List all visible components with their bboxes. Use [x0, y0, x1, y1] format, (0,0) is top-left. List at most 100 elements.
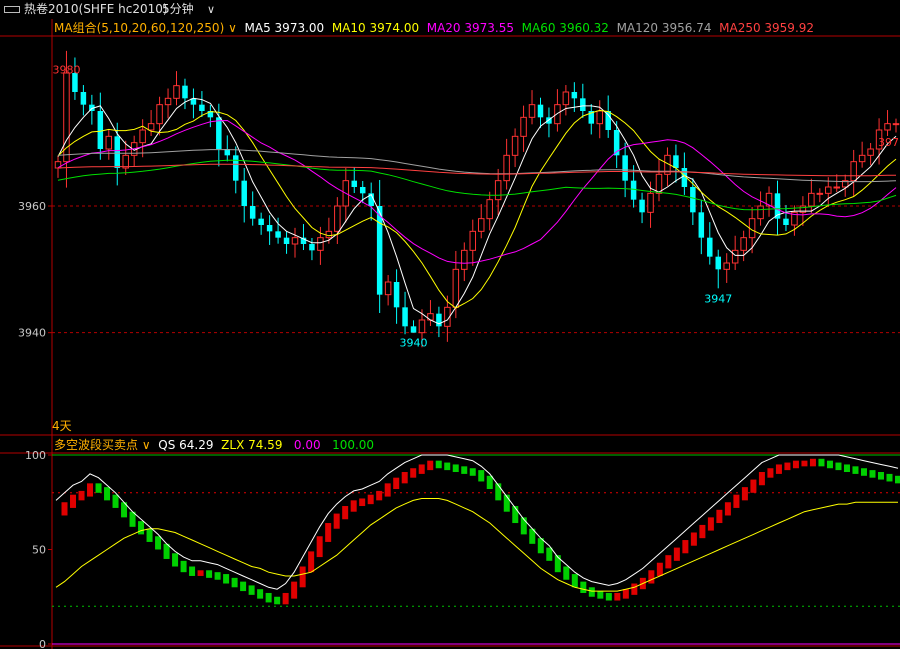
candle-body [241, 180, 247, 206]
signal-bar [291, 581, 298, 599]
candle-body [808, 192, 815, 207]
signal-bar [724, 502, 731, 516]
candle-body [892, 123, 900, 126]
candle-body [402, 307, 408, 327]
signal-bar [801, 460, 808, 467]
candle-body [503, 154, 510, 182]
candle-body [528, 104, 536, 118]
candle-body [884, 123, 891, 131]
candle-body [520, 116, 527, 137]
candle-body [182, 85, 188, 99]
candle-body [605, 111, 611, 130]
ma250-line [57, 163, 897, 177]
signal-bar [197, 570, 204, 576]
candle-body [334, 205, 341, 232]
signal-bar [384, 483, 391, 497]
candle-body [275, 231, 281, 238]
candle-body [816, 192, 824, 195]
signal-bar [775, 464, 782, 474]
candle-body [825, 186, 832, 194]
main-y-tick-label: 3940 [18, 327, 46, 340]
signal-bar [214, 572, 221, 580]
candle-body [494, 180, 502, 201]
candle-body [147, 123, 155, 131]
signal-bar [180, 560, 187, 573]
candle-body [317, 237, 324, 251]
candle-body [571, 92, 578, 99]
candle-body [384, 281, 392, 296]
signal-bar [563, 566, 570, 580]
main-y-tick-label: 3960 [18, 200, 46, 213]
signal-bar [843, 464, 850, 473]
signal-bar [818, 458, 825, 467]
signal-bar [78, 490, 85, 501]
candle-body [630, 180, 637, 200]
signal-bar [852, 466, 859, 474]
candle-body [173, 85, 180, 99]
candle-body [376, 206, 383, 295]
signal-bar [342, 506, 349, 520]
signal-bar [444, 462, 451, 471]
candle-body [537, 104, 544, 118]
candle-body [715, 256, 721, 270]
candle-body [418, 319, 426, 334]
candle-body [291, 237, 299, 245]
signal-bar [87, 483, 94, 497]
signal-bar [427, 460, 434, 471]
signal-bar [299, 566, 306, 588]
candle-body [410, 326, 417, 333]
candle-body [325, 230, 333, 239]
candle-body [511, 135, 519, 156]
signal-bar [622, 589, 629, 599]
signal-bar [367, 494, 374, 505]
signal-bar [265, 592, 272, 603]
candle-body [850, 161, 857, 182]
signal-bar [70, 494, 77, 508]
candle-body [114, 136, 121, 168]
signal-bar [690, 532, 697, 546]
signal-bar [155, 536, 162, 550]
ma20-line [57, 119, 897, 264]
candle-body [359, 187, 366, 194]
signal-bar [699, 524, 706, 539]
candle-body [858, 154, 866, 163]
candle-body [452, 268, 460, 308]
candle-body [639, 199, 645, 213]
signal-bar [350, 500, 357, 512]
signal-bar [461, 466, 468, 474]
signal-bar [248, 585, 255, 595]
candle-body [216, 117, 222, 149]
signal-bar [597, 591, 604, 599]
candle-body [233, 155, 239, 181]
signal-bar [571, 574, 578, 588]
signal-bar [393, 477, 400, 490]
signal-bar [682, 540, 689, 554]
chart-canvas[interactable]: 3960 3940 3980 3940 3947 397 100 50 0 [0, 0, 900, 649]
signal-bar [767, 468, 774, 478]
signal-bar [741, 487, 748, 501]
candle-body [580, 98, 586, 111]
signal-bar [401, 472, 408, 484]
candle-body [723, 262, 730, 270]
signal-bar [308, 551, 315, 573]
ma120-line [57, 149, 897, 183]
candle-body [486, 199, 493, 220]
candle-body [707, 237, 713, 257]
candle-body [647, 192, 654, 213]
signal-bar [274, 596, 281, 605]
candle-body [258, 218, 264, 225]
signal-bar [733, 494, 740, 508]
candle-body [249, 206, 256, 219]
candle-body [393, 282, 400, 308]
signal-bar [359, 498, 366, 507]
signal-bar [112, 494, 119, 508]
candle-body [783, 218, 789, 225]
candle-body [105, 135, 113, 150]
candle-body [757, 205, 764, 220]
signal-bar [835, 462, 842, 471]
signal-bar [257, 589, 264, 599]
signal-bar [580, 581, 587, 593]
signal-bar [95, 483, 102, 493]
signal-bar [673, 547, 680, 561]
signal-bar [138, 521, 145, 535]
